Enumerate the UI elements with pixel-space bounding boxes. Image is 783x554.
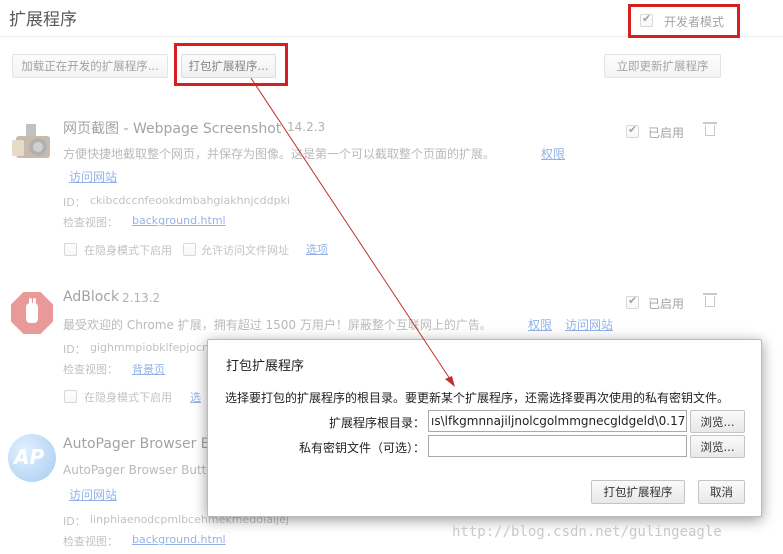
annotation-arrow [250, 77, 455, 387]
watermark: http://blog.csdn.net/gulingeagle [452, 524, 722, 540]
